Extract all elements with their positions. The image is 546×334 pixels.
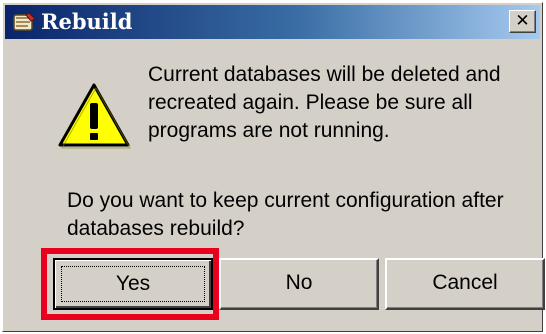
close-icon: ✕	[515, 11, 530, 31]
cancel-button[interactable]: Cancel	[385, 258, 545, 310]
question-text: Do you want to keep current configuratio…	[67, 187, 537, 243]
message-line: programs are not running.	[148, 119, 390, 142]
no-button[interactable]: No	[219, 258, 379, 310]
message-line: recreated again. Please be sure all	[148, 91, 473, 114]
question-line: Do you want to keep current configuratio…	[67, 189, 504, 212]
highlight-box	[41, 248, 219, 320]
title-bar[interactable]: Rebuild ✕	[5, 5, 540, 39]
app-icon	[13, 12, 36, 31]
close-button[interactable]: ✕	[509, 10, 536, 33]
dialog-title: Rebuild	[41, 9, 133, 34]
warning-message: Current databases will be deleted and re…	[148, 61, 538, 145]
question-line: databases rebuild?	[67, 217, 245, 240]
warning-icon	[58, 83, 131, 149]
message-line: Current databases will be deleted and	[148, 63, 501, 86]
rebuild-dialog: Rebuild ✕ Current databases will be dele…	[2, 2, 545, 332]
